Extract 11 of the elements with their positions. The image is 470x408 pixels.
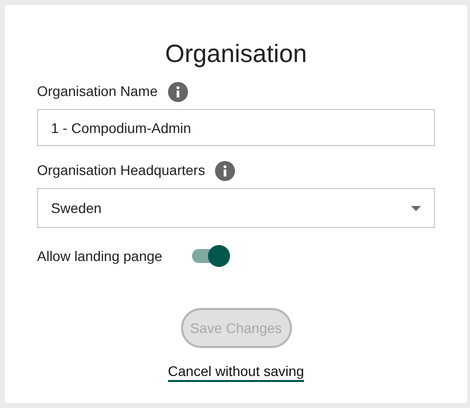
country-select[interactable]: Sweden	[37, 188, 435, 228]
cancel-link[interactable]: Cancel without saving	[168, 362, 304, 382]
name-field[interactable]: 1 - Compodium-Admin	[37, 109, 435, 146]
info-icon[interactable]	[215, 160, 236, 180]
form-title: Organisation	[164, 39, 308, 69]
field-label: Organisation Name	[37, 82, 158, 101]
caret-icon	[411, 206, 421, 210]
landing-page-toggle[interactable]	[192, 245, 230, 267]
info-icon[interactable]	[168, 82, 188, 102]
field-label: Organisation Headquarters	[37, 161, 206, 180]
toggle-label: Allow landing pange	[37, 246, 162, 266]
